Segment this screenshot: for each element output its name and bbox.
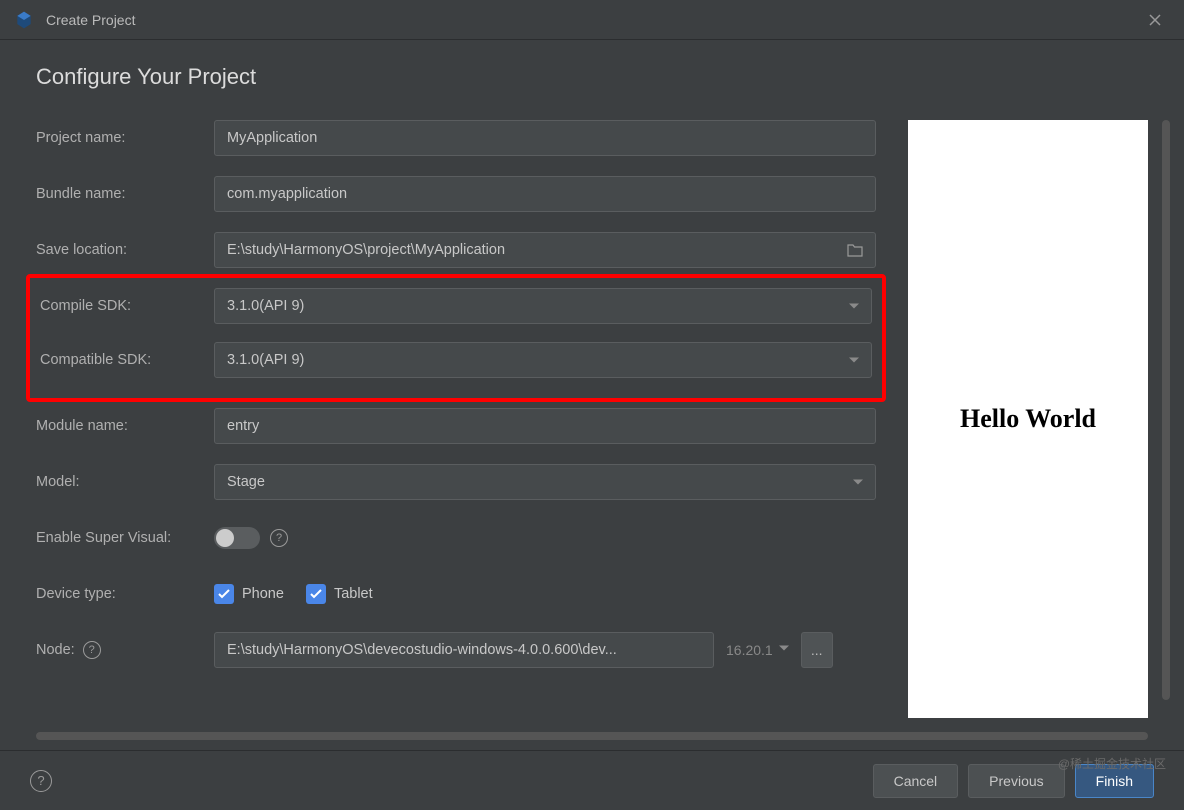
model-select[interactable]: Stage — [214, 464, 876, 500]
device-tablet-item: Tablet — [306, 584, 373, 604]
help-icon[interactable]: ? — [83, 641, 101, 659]
save-location-label: Save location: — [36, 242, 214, 258]
bundle-name-row: Bundle name: com.myapplication — [36, 176, 876, 212]
folder-icon[interactable] — [847, 243, 863, 257]
model-row: Model: Stage — [36, 464, 876, 500]
titlebar: Create Project — [0, 0, 1184, 40]
device-type-label: Device type: — [36, 586, 214, 602]
previous-button[interactable]: Previous — [968, 764, 1064, 798]
module-name-input[interactable]: entry — [214, 408, 876, 444]
device-tablet-label: Tablet — [334, 586, 373, 602]
cancel-button[interactable]: Cancel — [873, 764, 959, 798]
device-tablet-checkbox[interactable] — [306, 584, 326, 604]
horizontal-scrollbar[interactable] — [36, 732, 1148, 740]
enable-super-visual-row: Enable Super Visual: ? — [36, 520, 876, 556]
enable-super-visual-toggle[interactable] — [214, 527, 260, 549]
save-location-row: Save location: E:\study\HarmonyOS\projec… — [36, 232, 876, 268]
node-row: Node: ? E:\study\HarmonyOS\devecostudio-… — [36, 632, 876, 668]
app-logo-icon — [14, 10, 34, 30]
enable-super-visual-label: Enable Super Visual: — [36, 530, 214, 546]
compile-sdk-select[interactable]: 3.1.0(API 9) — [214, 288, 872, 324]
preview-text: Hello World — [960, 404, 1096, 434]
toggle-knob — [216, 529, 234, 547]
preview-panel: Hello World — [908, 120, 1148, 718]
bundle-name-input[interactable]: com.myapplication — [214, 176, 876, 212]
project-name-label: Project name: — [36, 130, 214, 146]
save-location-input[interactable]: E:\study\HarmonyOS\project\MyApplication — [214, 232, 876, 268]
device-phone-label: Phone — [242, 586, 284, 602]
compatible-sdk-label: Compatible SDK: — [40, 352, 214, 368]
window-title: Create Project — [46, 12, 135, 28]
chevron-down-icon — [849, 358, 859, 363]
node-version-select[interactable]: 16.20.1 — [726, 642, 789, 658]
watermark: @稀土掘金技术社区 — [1058, 755, 1166, 772]
node-more-button[interactable]: ... — [801, 632, 833, 668]
device-phone-item: Phone — [214, 584, 284, 604]
node-label: Node: ? — [36, 641, 214, 659]
project-name-row: Project name: MyApplication — [36, 120, 876, 156]
close-button[interactable] — [1140, 5, 1170, 35]
footer: ? Cancel Previous Finish — [0, 750, 1184, 810]
device-type-row: Device type: Phone — [36, 576, 876, 612]
compatible-sdk-select[interactable]: 3.1.0(API 9) — [214, 342, 872, 378]
sdk-highlight-box: Compile SDK: 3.1.0(API 9) Compatible SDK… — [26, 274, 886, 402]
compile-sdk-label: Compile SDK: — [40, 298, 214, 314]
footer-help-button[interactable]: ? — [30, 770, 52, 792]
vertical-scrollbar[interactable] — [1162, 120, 1170, 700]
module-name-label: Module name: — [36, 418, 214, 434]
chevron-down-icon — [779, 645, 789, 650]
chevron-down-icon — [853, 480, 863, 485]
compile-sdk-row: Compile SDK: 3.1.0(API 9) — [36, 288, 876, 324]
model-label: Model: — [36, 474, 214, 490]
content-area: Configure Your Project Project name: MyA… — [0, 40, 1184, 740]
module-name-row: Module name: entry — [36, 408, 876, 444]
device-phone-checkbox[interactable] — [214, 584, 234, 604]
bundle-name-label: Bundle name: — [36, 186, 214, 202]
node-path-input[interactable]: E:\study\HarmonyOS\devecostudio-windows-… — [214, 632, 714, 668]
close-icon — [1149, 14, 1161, 26]
page-title: Configure Your Project — [36, 64, 1148, 90]
project-name-input[interactable]: MyApplication — [214, 120, 876, 156]
chevron-down-icon — [849, 304, 859, 309]
check-icon — [310, 589, 322, 599]
help-icon[interactable]: ? — [270, 529, 288, 547]
form-column: Project name: MyApplication Bundle name:… — [36, 120, 876, 718]
compatible-sdk-row: Compatible SDK: 3.1.0(API 9) — [36, 342, 876, 378]
check-icon — [218, 589, 230, 599]
